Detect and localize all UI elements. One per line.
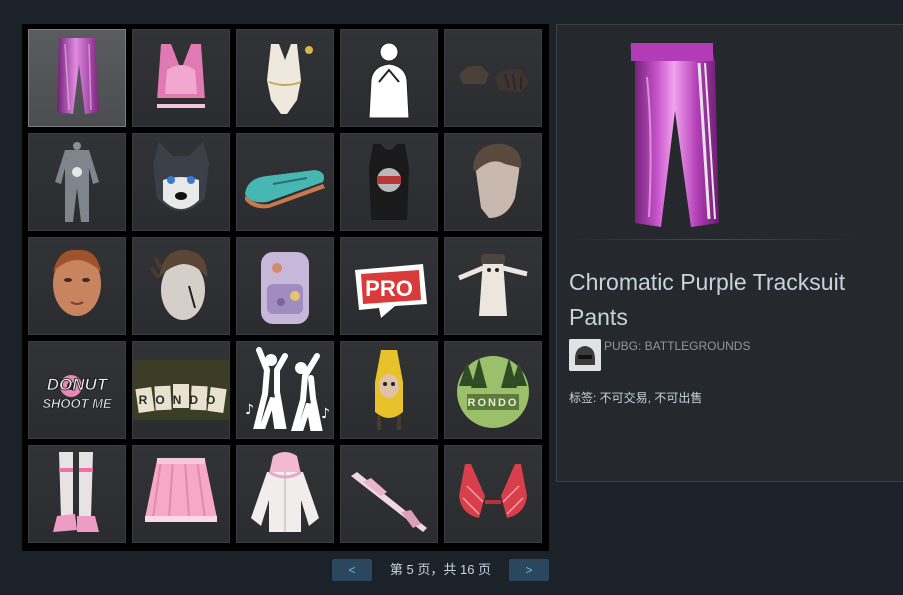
braided-hair-icon: [149, 249, 208, 320]
inventory-item-rondo-cards-spray[interactable]: RONDO: [132, 341, 230, 439]
game-icon: [569, 339, 601, 371]
pink-boots-icon: [53, 452, 99, 532]
rondo-forest-spray-icon: RONDO: [457, 356, 529, 428]
pro-sticker-text: PRO: [365, 276, 413, 301]
female-face-icon: [53, 249, 101, 316]
item-name: Chromatic Purple Tracksuit Pants: [569, 269, 846, 330]
cat-spray-icon: [458, 254, 528, 316]
svg-text:♪: ♪: [245, 402, 254, 418]
teal-slip-on-shoes-icon: [245, 170, 325, 209]
dance-emote-icon: ♪ ♪: [245, 347, 330, 431]
dark-gloves-icon: [459, 65, 529, 92]
pink-tracksuit-pants-icon: [57, 38, 99, 114]
pro-sticker-icon: PRO: [355, 264, 427, 318]
inventory-item-donut-spray[interactable]: DONUT SHOOT ME: [28, 341, 126, 439]
black-tank-top-icon: [369, 144, 409, 220]
pink-hooded-jacket-icon: [251, 452, 319, 532]
inventory-item-dance-emote[interactable]: ♪ ♪: [236, 341, 334, 439]
red-plaid-bra-icon: [459, 464, 527, 518]
inventory-item-grey-jumpsuit[interactable]: [28, 133, 126, 231]
inventory-item-emote-pose[interactable]: [340, 29, 438, 127]
inventory-item-pink-tracksuit-pants[interactable]: [28, 29, 126, 127]
husky-mask-icon: [153, 142, 209, 211]
detail-divider: [569, 239, 859, 240]
previous-page-button[interactable]: <: [332, 559, 372, 581]
inventory-item-pink-sports-bra[interactable]: [132, 29, 230, 127]
inventory-item-red-plaid-bra[interactable]: [444, 445, 542, 543]
inventory-item-black-tank-top[interactable]: [340, 133, 438, 231]
inventory-item-teal-slip-on-shoes[interactable]: [236, 133, 334, 231]
white-swimsuit-icon: [267, 44, 313, 114]
rondo-cards-spray-icon: RONDO: [133, 360, 229, 420]
rondo-cards-text: RONDO: [139, 393, 224, 407]
inventory-item-pink-pleated-skirt[interactable]: [132, 445, 230, 543]
inventory-item-banana-figure-spray[interactable]: [340, 341, 438, 439]
inventory-item-female-face[interactable]: [28, 237, 126, 335]
item-detail-panel: Chromatic Purple Tracksuit Pants PUBG: B…: [556, 24, 903, 482]
hairstyle-head-icon: [473, 143, 522, 218]
inventory-item-husky-mask[interactable]: [132, 133, 230, 231]
donut-shoot-me-spray-icon: DONUT SHOOT ME: [42, 375, 112, 412]
pink-rifle-skin-icon: [351, 472, 427, 532]
inventory-item-cat-spray[interactable]: [444, 237, 542, 335]
inventory-item-pink-hooded-jacket[interactable]: [236, 445, 334, 543]
donut-text-line2: SHOOT ME: [42, 396, 112, 411]
inventory-item-floral-backpack[interactable]: [236, 237, 334, 335]
banana-figure-spray-icon: [375, 350, 403, 430]
pink-pleated-skirt-icon: [145, 458, 217, 522]
inventory-item-dark-gloves[interactable]: [444, 29, 542, 127]
item-tags: 标签: 不可交易, 不可出售: [569, 391, 703, 405]
floral-backpack-icon: [261, 252, 309, 324]
donut-text-line1: DONUT: [47, 375, 109, 394]
inventory-item-rondo-forest-spray[interactable]: RONDO: [444, 341, 542, 439]
pink-sports-bra-icon: [157, 44, 205, 108]
grey-jumpsuit-icon: [55, 142, 99, 222]
inventory-grid: PRO DONUT SHOOT ME RONDO ♪ ♪ RONDO: [28, 29, 542, 543]
inventory-item-braided-hair[interactable]: [132, 237, 230, 335]
inventory-item-pink-rifle-skin[interactable]: [340, 445, 438, 543]
inventory-grid-panel: PRO DONUT SHOOT ME RONDO ♪ ♪ RONDO: [22, 24, 549, 551]
rondo-forest-text: RONDO: [468, 397, 519, 409]
selected-item-large-image: [629, 43, 719, 227]
inventory-item-pink-boots[interactable]: [28, 445, 126, 543]
inventory-item-white-swimsuit[interactable]: [236, 29, 334, 127]
page-indicator: 第 5 页，共 16 页: [389, 562, 492, 577]
inventory-item-hairstyle-head[interactable]: [444, 133, 542, 231]
next-page-button[interactable]: >: [509, 559, 549, 581]
game-name[interactable]: PUBG: BATTLEGROUNDS: [604, 339, 750, 353]
emote-pose-icon: [368, 42, 410, 119]
svg-text:♪: ♪: [321, 406, 330, 422]
inventory-item-pro-sticker[interactable]: PRO: [340, 237, 438, 335]
